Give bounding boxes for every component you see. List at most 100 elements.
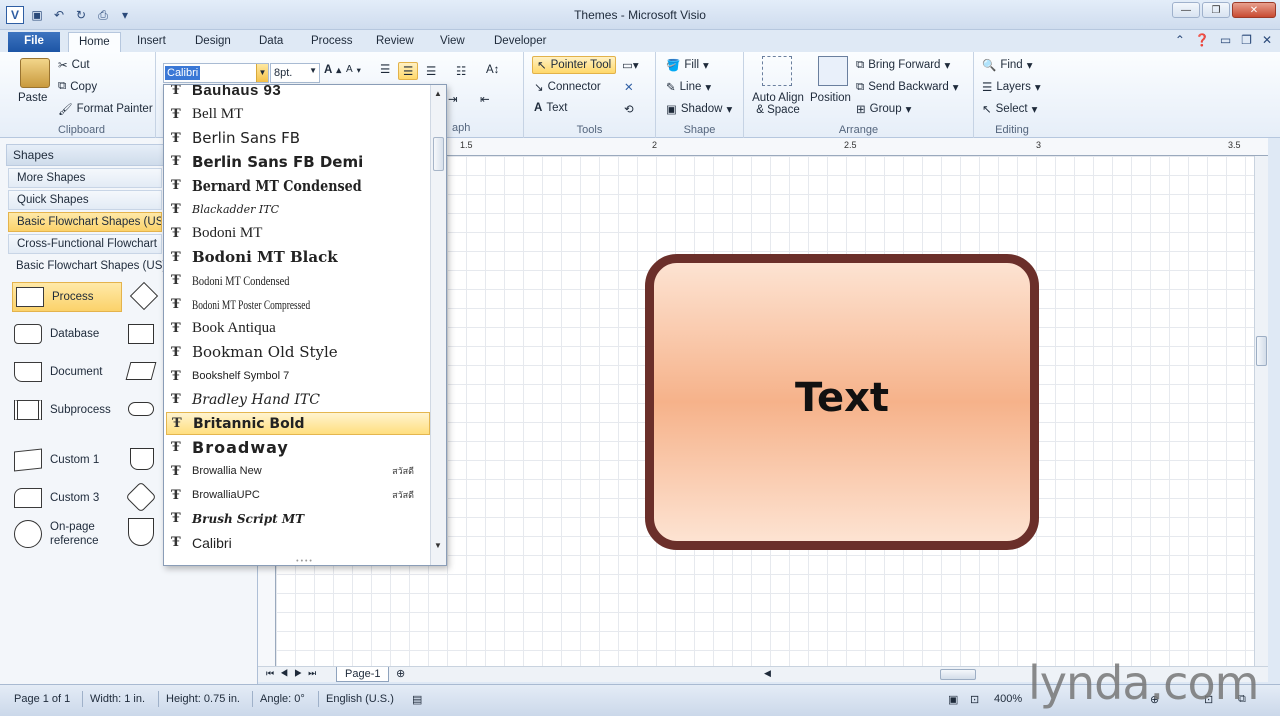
- shape-text[interactable]: Text: [654, 375, 1030, 421]
- fill-button[interactable]: 🪣 Fill ▾: [666, 58, 709, 72]
- doc-restore-icon[interactable]: ❐: [1241, 33, 1252, 47]
- shape-parallelogram[interactable]: [125, 362, 157, 380]
- font-option[interactable]: Ŧ Britannic Bold: [166, 412, 430, 436]
- shape-custom-1[interactable]: Custom 1: [14, 448, 99, 472]
- font-option[interactable]: Ŧ Broadway: [166, 436, 430, 459]
- tab-process[interactable]: Process: [301, 32, 363, 52]
- font-list-scrollbar[interactable]: ▲ ▼: [430, 85, 446, 565]
- grow-font-button[interactable]: A ▴: [324, 64, 341, 76]
- send-backward-button[interactable]: ⧉ Send Backward ▾: [856, 80, 959, 95]
- font-option[interactable]: Ŧ Bradley Hand ITC: [166, 388, 430, 411]
- tab-review[interactable]: Review: [366, 32, 424, 52]
- tab-home[interactable]: Home: [68, 32, 121, 52]
- align-left-icon[interactable]: ☰: [380, 62, 390, 76]
- font-option[interactable]: Ŧ Bodoni MT Condensed: [166, 269, 430, 292]
- shape-data[interactable]: [128, 324, 154, 344]
- help-icon[interactable]: ❓: [1195, 33, 1210, 47]
- scroll-down-icon[interactable]: ▼: [434, 541, 442, 550]
- font-option[interactable]: Ŧ Blackadder ITC: [166, 198, 430, 221]
- font-option[interactable]: Ŧ Bodoni MT Poster Compressed: [166, 293, 430, 316]
- bullets-icon[interactable]: ☷: [456, 64, 466, 78]
- outdent-icon[interactable]: ⇤: [480, 92, 490, 106]
- font-option[interactable]: Ŧ Bodoni MT: [166, 222, 430, 245]
- connection-point-icon[interactable]: ✕: [624, 80, 634, 94]
- minimize-button[interactable]: —: [1172, 2, 1200, 18]
- font-option[interactable]: Ŧ Berlin Sans FB: [166, 127, 430, 150]
- page-nav-icons[interactable]: ⏮◀▶⏭: [266, 668, 322, 679]
- doc-minimize-icon[interactable]: ▭: [1220, 33, 1231, 47]
- position-button[interactable]: Position: [810, 92, 851, 104]
- font-option[interactable]: Ŧ Bauhaus 93: [166, 85, 430, 102]
- close-button[interactable]: ✕: [1232, 2, 1276, 18]
- status-angle[interactable]: Angle: 0°: [260, 693, 305, 705]
- tab-design[interactable]: Design: [185, 32, 241, 52]
- zoom-level[interactable]: 400%: [994, 693, 1022, 705]
- font-option[interactable]: Ŧ Berlin Sans FB Demi: [166, 150, 430, 173]
- indent-icon[interactable]: ⇥: [448, 92, 458, 106]
- tab-data[interactable]: Data: [249, 32, 293, 52]
- insert-page-icon[interactable]: ⊕: [396, 667, 405, 680]
- text-tool-button[interactable]: A Text: [534, 102, 567, 114]
- presentation-mode-icon[interactable]: ⊡: [970, 693, 979, 706]
- vertical-scroll-thumb[interactable]: [1256, 336, 1267, 366]
- shape-custom-3[interactable]: Custom 3: [14, 488, 99, 508]
- minimize-ribbon-icon[interactable]: ⌃: [1175, 33, 1185, 47]
- find-button[interactable]: 🔍 Find ▾: [982, 58, 1032, 72]
- tab-developer[interactable]: Developer: [484, 32, 556, 52]
- font-name-combobox[interactable]: Calibri ▼: [163, 63, 269, 83]
- line-button[interactable]: ✎ Line ▾: [666, 80, 711, 94]
- scroll-up-icon[interactable]: ▲: [434, 89, 442, 98]
- shrink-font-button[interactable]: A ▾: [346, 64, 361, 75]
- select-button[interactable]: ↖ Select ▾: [982, 102, 1037, 116]
- font-name-value[interactable]: Calibri: [165, 66, 201, 80]
- shape-database[interactable]: Database: [14, 324, 99, 344]
- text-direction-icon[interactable]: A↕: [486, 64, 499, 76]
- align-right-icon[interactable]: ☰: [426, 64, 436, 78]
- font-option[interactable]: Ŧ Book Antiqua: [166, 317, 430, 340]
- group-button[interactable]: ⊞ Group ▾: [856, 102, 911, 116]
- stencil-more-shapes[interactable]: More Shapes: [8, 168, 162, 188]
- stencil-basic-flowchart[interactable]: Basic Flowchart Shapes (US: [8, 212, 162, 232]
- shape-process[interactable]: Process: [12, 282, 122, 312]
- shape-start-end[interactable]: [128, 402, 154, 416]
- shape-hexagon[interactable]: [125, 481, 157, 513]
- process-shape-on-canvas[interactable]: Text: [645, 254, 1039, 550]
- font-size-value[interactable]: 8pt.: [274, 67, 292, 79]
- resize-grip-icon[interactable]: • • • •: [284, 558, 324, 565]
- shape-on-page-reference[interactable]: On-page reference: [14, 520, 110, 548]
- status-width[interactable]: Width: 1 in.: [90, 693, 145, 705]
- font-option[interactable]: Ŧ Brush Script MT: [166, 507, 430, 530]
- cut-button[interactable]: ✂ Cut: [58, 58, 90, 72]
- font-dropdown-list[interactable]: Ŧ Bauhaus 93 Ŧ Bell MT Ŧ Berlin Sans FB Ŧ Berli…: [163, 84, 447, 566]
- status-language[interactable]: English (U.S.): [326, 693, 394, 705]
- format-painter-button[interactable]: 🖌 Format Painter: [58, 102, 153, 116]
- font-option[interactable]: Ŧ Bookman Old Style: [166, 341, 430, 364]
- tab-view[interactable]: View: [430, 32, 475, 52]
- page-tab-page-1[interactable]: Page-1: [336, 667, 390, 682]
- font-option[interactable]: Ŧ Bell MT: [166, 103, 430, 126]
- shape-document[interactable]: Document: [14, 362, 102, 382]
- shape-subprocess[interactable]: Subprocess: [14, 400, 111, 420]
- font-option[interactable]: Ŧ Bookshelf Symbol 7: [166, 365, 430, 388]
- shadow-button[interactable]: ▣ Shadow ▾: [666, 102, 732, 116]
- rotate-icon[interactable]: ⟲: [624, 102, 634, 116]
- bring-forward-button[interactable]: ⧉ Bring Forward ▾: [856, 58, 950, 73]
- shape-custom-2[interactable]: [130, 448, 154, 470]
- font-option[interactable]: Ŧ Calibri: [166, 531, 430, 554]
- pointer-tool-button[interactable]: ↖ Pointer Tool: [532, 56, 617, 74]
- font-option[interactable]: Ŧ BrowalliaUPC สวัสดี: [166, 484, 430, 507]
- shape-off-page-reference[interactable]: [128, 518, 154, 546]
- font-list-scroll-thumb[interactable]: [433, 137, 444, 171]
- tab-insert[interactable]: Insert: [127, 32, 176, 52]
- stencil-quick-shapes[interactable]: Quick Shapes: [8, 190, 162, 210]
- font-option[interactable]: Ŧ Bernard MT Condensed: [166, 174, 430, 197]
- stencil-cross-functional[interactable]: Cross-Functional Flowchart: [8, 234, 162, 254]
- font-size-combobox[interactable]: 8pt. ▼: [270, 63, 320, 83]
- paste-button[interactable]: Paste: [18, 92, 47, 104]
- connector-button[interactable]: ↘ Connector: [534, 80, 601, 94]
- align-center-icon[interactable]: ☰: [398, 62, 419, 80]
- layers-button[interactable]: ☰ Layers ▾: [982, 80, 1041, 94]
- font-dropdown-arrow-icon[interactable]: ▼: [256, 64, 268, 82]
- auto-align-button[interactable]: Auto Align & Space: [750, 92, 806, 116]
- rectangle-tool-icon[interactable]: ▭▾: [622, 58, 639, 72]
